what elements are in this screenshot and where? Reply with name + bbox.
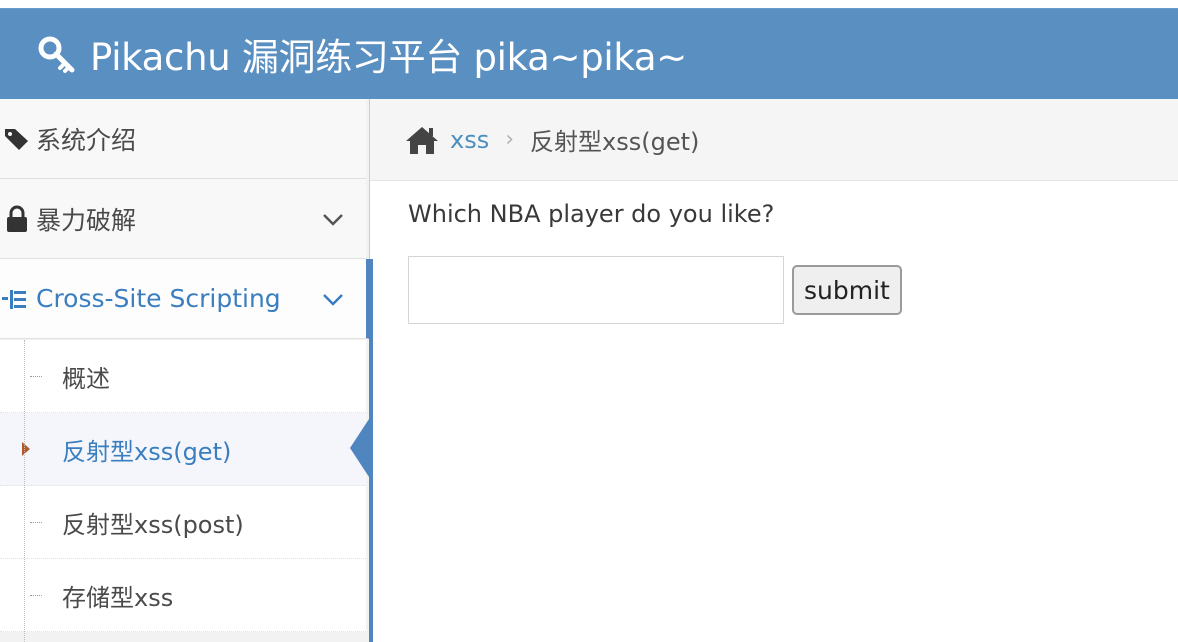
player-input[interactable] <box>408 256 784 324</box>
breadcrumb-separator: › <box>505 127 515 152</box>
submenu-item-reflected-post[interactable]: 反射型xss(post) <box>0 486 366 559</box>
submenu-item-overview[interactable]: 概述 <box>0 340 366 413</box>
tree-dots <box>30 376 42 377</box>
top-navbar: Pikachu 漏洞练习平台 pika~pika~ <box>0 8 1178 99</box>
sidebar-item-xss[interactable]: Cross-Site Scripting <box>0 259 370 339</box>
tree-line <box>24 340 25 642</box>
sidebar-item-label: Cross-Site Scripting <box>36 284 281 313</box>
sidebar-item-intro[interactable]: 系统介绍 <box>0 99 366 179</box>
breadcrumb: xss › 反射型xss(get) <box>370 99 1178 181</box>
breadcrumb-link-xss[interactable]: xss <box>450 126 489 154</box>
player-form: submit <box>408 256 928 324</box>
submenu-item-reflected-get[interactable]: 反射型xss(get) <box>0 413 366 486</box>
sidebar-item-label: 系统介绍 <box>36 125 137 155</box>
active-accent-bar <box>369 259 373 642</box>
sidebar: 系统介绍 暴力破解 Cross-Site Scripting 概述 反射型xss… <box>0 99 373 642</box>
submenu-label: 反射型xss(post) <box>62 510 244 539</box>
sidebar-item-label: 暴力破解 <box>36 205 137 235</box>
active-arrow-indicator <box>350 419 369 477</box>
brand-title: Pikachu 漏洞练习平台 pika~pika~ <box>90 36 687 79</box>
submit-button[interactable]: submit <box>792 265 902 315</box>
breadcrumb-current: 反射型xss(get) <box>530 128 700 156</box>
submenu-label: 存储型xss <box>62 583 174 612</box>
sidebar-item-bruteforce[interactable]: 暴力破解 <box>0 179 366 259</box>
tree-dots <box>30 595 42 596</box>
tags-icon <box>2 124 32 154</box>
lock-icon <box>2 204 32 234</box>
submenu-label: 反射型xss(get) <box>62 437 232 466</box>
key-icon <box>38 34 78 74</box>
question-text: Which NBA player do you like? <box>408 200 775 228</box>
chevron-down-icon <box>320 286 346 312</box>
submenu-item-stored[interactable]: 存储型xss <box>0 559 366 632</box>
submenu-label: 概述 <box>62 364 110 393</box>
sitemap-icon <box>2 284 32 314</box>
main-content: Which NBA player do you like? submit <box>408 200 902 324</box>
chevron-down-icon <box>320 206 346 232</box>
tree-dots <box>30 522 42 523</box>
home-icon[interactable] <box>404 124 440 156</box>
brand[interactable]: Pikachu 漏洞练习平台 pika~pika~ <box>38 27 687 81</box>
